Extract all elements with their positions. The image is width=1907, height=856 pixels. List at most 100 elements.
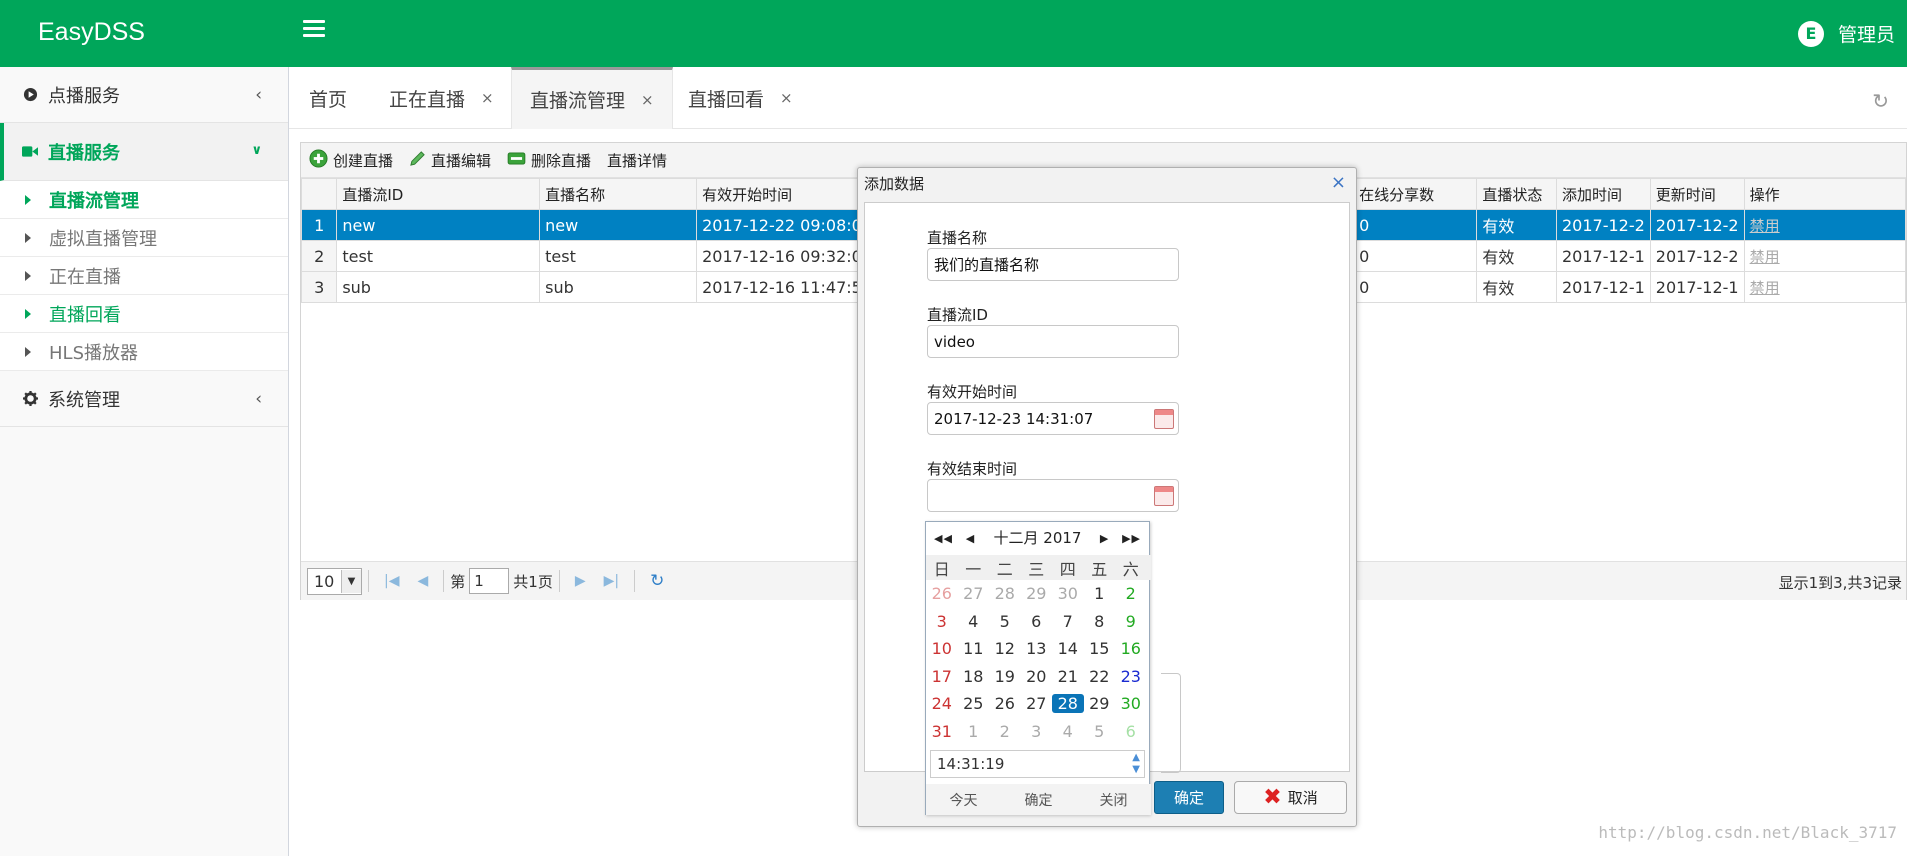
calendar-day[interactable]: 30 bbox=[1052, 584, 1084, 603]
start-time-input[interactable]: 2017-12-23 14:31:07 bbox=[927, 402, 1179, 435]
page-number-input[interactable]: 1 bbox=[469, 568, 510, 594]
tab-playback[interactable]: 直播回看 × bbox=[688, 67, 793, 129]
sidebar-item-hls-player[interactable]: HLS播放器 bbox=[0, 333, 288, 371]
app-logo[interactable]: EasyDSS bbox=[38, 18, 145, 47]
calendar-day[interactable]: 27 bbox=[1021, 694, 1053, 713]
calendar-day[interactable]: 9 bbox=[1115, 612, 1147, 631]
calendar-day[interactable]: 24 bbox=[926, 694, 958, 713]
live-name-input[interactable]: 我们的直播名称 bbox=[927, 248, 1179, 281]
tab-stream-management[interactable]: 直播流管理 × bbox=[511, 67, 673, 129]
calendar-icon[interactable] bbox=[1154, 486, 1174, 506]
calendar-day[interactable]: 22 bbox=[1084, 667, 1116, 686]
description-textarea[interactable] bbox=[1161, 673, 1181, 773]
calendar-day[interactable]: 15 bbox=[1084, 639, 1116, 658]
calendar-day[interactable]: 6 bbox=[1115, 722, 1147, 741]
cancel-button[interactable]: ✖ 取消 bbox=[1234, 781, 1347, 814]
calendar-day[interactable]: 31 bbox=[926, 722, 958, 741]
column-header[interactable]: 操作 bbox=[1743, 178, 1907, 210]
calendar-day[interactable]: 1 bbox=[958, 722, 990, 741]
calendar-day[interactable]: 29 bbox=[1084, 694, 1116, 713]
calendar-day[interactable]: 16 bbox=[1115, 639, 1147, 658]
calendar-day[interactable]: 3 bbox=[1021, 722, 1053, 741]
page-size-select[interactable]: 10 ▼ bbox=[307, 567, 362, 595]
calendar-month-label[interactable]: 十二月 2017 bbox=[994, 527, 1082, 548]
sidebar-group-vod[interactable]: 点播服务 ‹ bbox=[0, 67, 288, 123]
calendar-day[interactable]: 19 bbox=[989, 667, 1021, 686]
disable-link[interactable]: 禁用 bbox=[1750, 248, 1780, 266]
calendar-day[interactable]: 29 bbox=[1021, 584, 1053, 603]
sidebar-group-system[interactable]: 系统管理 ‹ bbox=[0, 371, 288, 427]
calendar-day[interactable]: 26 bbox=[926, 584, 958, 603]
delete-live-button[interactable]: 删除直播 bbox=[507, 150, 591, 171]
calendar-day[interactable]: 1 bbox=[1084, 584, 1116, 603]
stream-id-input[interactable]: video bbox=[927, 325, 1179, 358]
calendar-day[interactable]: 25 bbox=[958, 694, 990, 713]
sidebar-item-virtual-live[interactable]: 虚拟直播管理 bbox=[0, 219, 288, 257]
column-header[interactable]: 直播流ID bbox=[336, 178, 541, 210]
calendar-day[interactable]: 2 bbox=[989, 722, 1021, 741]
refresh-icon[interactable]: ↻ bbox=[1872, 89, 1889, 113]
column-header[interactable]: 直播状态 bbox=[1476, 178, 1557, 210]
calendar-day[interactable]: 2 bbox=[1115, 584, 1147, 603]
create-live-button[interactable]: 创建直播 bbox=[309, 148, 393, 172]
calendar-close-button[interactable]: 关闭 bbox=[1100, 790, 1128, 810]
first-page-icon[interactable]: |◀ bbox=[384, 573, 399, 589]
spinner-arrows-icon[interactable]: ▲ ▼ bbox=[1132, 752, 1140, 776]
calendar-day[interactable]: 5 bbox=[989, 612, 1021, 631]
prev-year-icon[interactable]: ◀◀ bbox=[934, 532, 953, 545]
calendar-day[interactable]: 18 bbox=[958, 667, 990, 686]
calendar-day[interactable]: 26 bbox=[989, 694, 1021, 713]
calendar-day[interactable]: 17 bbox=[926, 667, 958, 686]
calendar-day[interactable]: 11 bbox=[958, 639, 990, 658]
next-month-icon[interactable]: ▶ bbox=[1100, 532, 1109, 545]
calendar-day[interactable]: 14 bbox=[1052, 639, 1084, 658]
calendar-day[interactable]: 7 bbox=[1052, 612, 1084, 631]
next-page-icon[interactable]: ▶ bbox=[575, 573, 586, 589]
calendar-day[interactable]: 21 bbox=[1052, 667, 1084, 686]
tab-now-live[interactable]: 正在直播 × bbox=[389, 67, 494, 129]
calendar-day[interactable]: 4 bbox=[1052, 722, 1084, 741]
calendar-confirm-button[interactable]: 确定 bbox=[1025, 790, 1053, 810]
calendar-day[interactable]: 20 bbox=[1021, 667, 1053, 686]
live-detail-button[interactable]: 直播详情 bbox=[607, 150, 667, 171]
calendar-day[interactable]: 12 bbox=[989, 639, 1021, 658]
calendar-day[interactable]: 30 bbox=[1115, 694, 1147, 713]
user-menu[interactable]: E 管理员 bbox=[1797, 20, 1895, 47]
sidebar-item-playback[interactable]: 直播回看 bbox=[0, 295, 288, 333]
calendar-day[interactable]: 13 bbox=[1021, 639, 1053, 658]
calendar-day[interactable]: 10 bbox=[926, 639, 958, 658]
sidebar-item-stream-management[interactable]: 直播流管理 bbox=[0, 181, 288, 219]
last-page-icon[interactable]: ▶| bbox=[604, 573, 619, 589]
menu-toggle-icon[interactable] bbox=[303, 20, 325, 42]
time-spinner-input[interactable]: 14:31:19 ▲ ▼ bbox=[930, 750, 1145, 778]
disable-link[interactable]: 禁用 bbox=[1750, 217, 1780, 235]
refresh-icon[interactable]: ↻ bbox=[650, 571, 664, 591]
calendar-icon[interactable] bbox=[1154, 409, 1174, 429]
sidebar-item-now-live[interactable]: 正在直播 bbox=[0, 257, 288, 295]
column-header[interactable]: 直播名称 bbox=[539, 178, 698, 210]
column-header[interactable]: 在线分享数 bbox=[1353, 178, 1478, 210]
calendar-day[interactable]: 8 bbox=[1084, 612, 1116, 631]
close-icon[interactable]: × bbox=[1331, 172, 1346, 193]
next-year-icon[interactable]: ▶▶ bbox=[1122, 532, 1141, 545]
calendar-day[interactable]: 23 bbox=[1115, 667, 1147, 686]
column-header[interactable]: 有效开始时间 bbox=[696, 178, 879, 210]
close-icon[interactable]: × bbox=[641, 91, 654, 109]
end-time-input[interactable] bbox=[927, 479, 1179, 512]
calendar-day[interactable]: 6 bbox=[1021, 612, 1053, 631]
close-icon[interactable]: × bbox=[780, 89, 793, 107]
tab-home[interactable]: 首页 bbox=[309, 67, 347, 129]
column-header[interactable]: 更新时间 bbox=[1649, 178, 1745, 210]
close-icon[interactable]: × bbox=[481, 89, 494, 107]
calendar-day[interactable]: 27 bbox=[958, 584, 990, 603]
confirm-button[interactable]: 确定 bbox=[1154, 781, 1224, 814]
calendar-day[interactable]: 4 bbox=[958, 612, 990, 631]
calendar-day[interactable]: 5 bbox=[1084, 722, 1116, 741]
prev-month-icon[interactable]: ◀ bbox=[966, 532, 975, 545]
prev-page-icon[interactable]: ◀ bbox=[417, 573, 428, 589]
calendar-day-selected[interactable]: 28 bbox=[1052, 694, 1084, 714]
calendar-day[interactable]: 3 bbox=[926, 612, 958, 631]
calendar-day[interactable]: 28 bbox=[989, 584, 1021, 603]
edit-live-button[interactable]: 直播编辑 bbox=[409, 150, 491, 171]
today-button[interactable]: 今天 bbox=[950, 790, 978, 810]
